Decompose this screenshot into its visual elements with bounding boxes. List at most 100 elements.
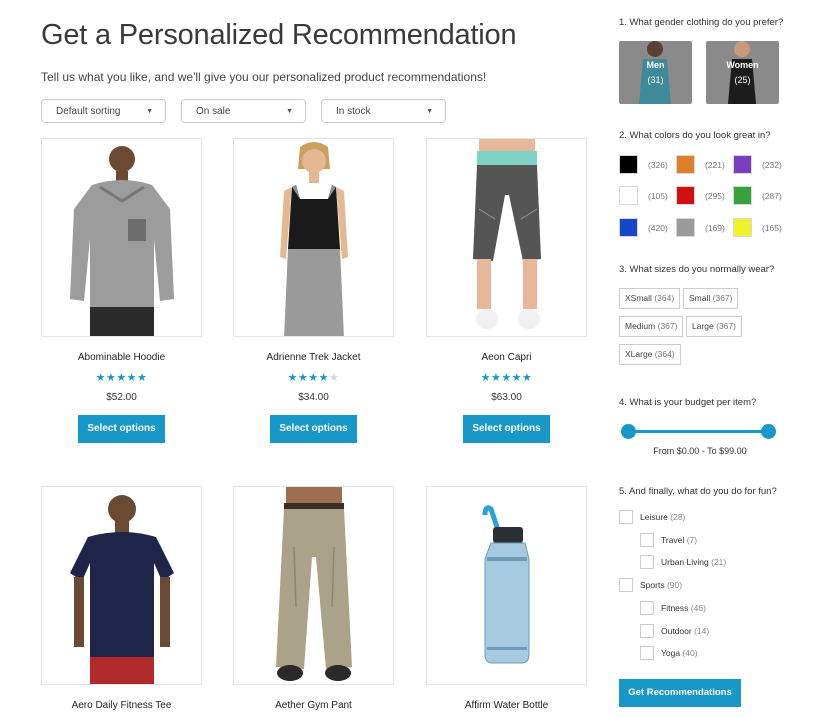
product-name[interactable]: Aero Daily Fitness Tee	[41, 700, 202, 711]
interest-checkbox[interactable]	[640, 623, 654, 638]
interest-label[interactable]: Yoga (40)	[661, 648, 698, 658]
color-count: (169)	[705, 223, 725, 233]
product-card: Affirm Water Bottle	[426, 486, 587, 711]
color-swatch[interactable]	[676, 218, 695, 237]
interest-checkbox[interactable]	[640, 555, 654, 570]
gender-label: Men	[646, 60, 665, 70]
color-swatch[interactable]	[676, 186, 695, 205]
product-name[interactable]: Abominable Hoodie	[41, 352, 202, 363]
color-swatch[interactable]	[733, 218, 752, 237]
product-image[interactable]	[41, 486, 202, 685]
interest-count: (14)	[694, 625, 710, 636]
product-price: $63.00	[491, 392, 522, 403]
interest-count: (46)	[690, 602, 706, 613]
product-image[interactable]	[233, 138, 394, 337]
color-swatch[interactable]	[619, 186, 638, 205]
question-colors: 2. What colors do you look great in?	[619, 130, 771, 141]
color-count: (420)	[648, 223, 668, 233]
sort-select-label: Default sorting	[56, 105, 121, 117]
interest-label[interactable]: Leisure (28)	[640, 512, 685, 522]
select-options-button[interactable]: Select options	[78, 415, 165, 443]
product-card: Aether Gym Pant	[233, 486, 394, 711]
interest-checkbox[interactable]	[619, 510, 633, 524]
rating-stars: ★★★★★	[480, 372, 533, 384]
interest-label[interactable]: Outdoor (14)	[661, 626, 709, 636]
product-image[interactable]	[233, 486, 394, 685]
product-card: Aeon Capri ★★★★★ $63.00 Select options	[426, 138, 587, 443]
question-sizes: 3. What sizes do you normally wear?	[619, 264, 775, 275]
question-hobbies: 5. And finally, what do you do for fun?	[619, 486, 777, 497]
size-option-xsmall[interactable]: XSmall (364)	[619, 288, 681, 309]
size-option-medium[interactable]: Medium (367)	[619, 316, 684, 337]
color-swatch[interactable]	[619, 218, 638, 237]
gender-label: Women	[726, 60, 759, 70]
color-swatch[interactable]	[619, 155, 638, 174]
interest-text: Urban Living	[661, 557, 709, 568]
interest-checkbox[interactable]	[640, 600, 654, 615]
size-count: (367)	[657, 321, 678, 331]
budget-slider-max-handle[interactable]	[761, 424, 776, 439]
filter-bar: Default sorting ▼ On sale ▼ In stock ▼	[41, 99, 461, 123]
interest-label[interactable]: Sports (90)	[640, 580, 682, 590]
get-recommendations-button[interactable]: Get Recommendations	[619, 679, 741, 707]
interest-checkbox[interactable]	[640, 646, 654, 661]
color-swatch[interactable]	[733, 186, 752, 205]
size-label: Medium	[625, 321, 656, 331]
interest-count: (28)	[670, 512, 686, 522]
color-count: (221)	[705, 160, 725, 170]
color-count: (295)	[705, 191, 725, 201]
product-image[interactable]	[426, 138, 587, 337]
color-count: (287)	[762, 191, 782, 201]
budget-slider-min-handle[interactable]	[621, 424, 636, 439]
interest-count: (40)	[682, 648, 698, 659]
gender-count: (31)	[647, 75, 664, 85]
product-price: $34.00	[298, 392, 329, 403]
color-count: (165)	[762, 223, 782, 233]
interest-text: Sports	[640, 580, 665, 591]
product-image[interactable]	[41, 138, 202, 337]
product-card: Aero Daily Fitness Tee	[41, 486, 202, 711]
on-sale-select[interactable]: On sale ▼	[181, 99, 306, 123]
interest-count: (21)	[711, 557, 727, 568]
budget-range-text: From $0.00 - To $99.00	[653, 446, 747, 456]
interest-label[interactable]: Urban Living (21)	[661, 557, 726, 567]
color-count: (105)	[648, 191, 668, 201]
product-image[interactable]	[426, 486, 587, 685]
budget-slider-track[interactable]	[628, 430, 769, 433]
color-swatch[interactable]	[733, 155, 752, 174]
product-name[interactable]: Aeon Capri	[426, 352, 587, 363]
interest-count: (7)	[686, 534, 698, 545]
product-card: Abominable Hoodie ★★★★★ $52.00 Select op…	[41, 138, 202, 443]
color-count: (232)	[762, 160, 782, 170]
question-budget: 4. What is your budget per item?	[619, 397, 757, 408]
color-swatch[interactable]	[676, 155, 695, 174]
size-option-small[interactable]: Small (367)	[683, 288, 739, 309]
size-count: (364)	[654, 293, 675, 303]
select-options-button[interactable]: Select options	[463, 415, 550, 443]
product-name[interactable]: Aether Gym Pant	[233, 700, 394, 711]
size-label: XLarge	[625, 349, 653, 359]
interest-checkbox[interactable]	[619, 578, 633, 593]
select-options-button[interactable]: Select options	[270, 415, 357, 443]
interest-label[interactable]: Fitness (46)	[661, 603, 706, 613]
size-option-large[interactable]: Large (367)	[686, 316, 742, 337]
sort-select[interactable]: Default sorting ▼	[41, 99, 166, 123]
size-count: (367)	[712, 293, 733, 303]
interest-text: Travel	[661, 534, 685, 545]
product-name[interactable]: Affirm Water Bottle	[426, 700, 587, 711]
question-gender: 1. What gender clothing do you prefer?	[619, 17, 784, 28]
rating-stars: ★★★★★	[95, 372, 148, 384]
caret-down-icon: ▼	[146, 107, 153, 115]
stock-select[interactable]: In stock ▼	[321, 99, 446, 123]
interest-text: Yoga	[661, 648, 681, 659]
size-option-xlarge[interactable]: XLarge (364)	[619, 344, 681, 365]
interest-checkbox[interactable]	[640, 532, 654, 547]
gender-option-women[interactable]: Women (25)	[706, 41, 779, 104]
page-title: Get a Personalized Recommendation	[41, 19, 517, 51]
interest-label[interactable]: Travel (7)	[661, 535, 697, 545]
product-price: $52.00	[106, 392, 137, 403]
caret-down-icon: ▼	[286, 107, 293, 115]
gender-option-men[interactable]: Men (31)	[619, 41, 692, 104]
product-name[interactable]: Adrienne Trek Jacket	[233, 352, 394, 363]
rating-stars: ★★★★★	[287, 372, 340, 384]
